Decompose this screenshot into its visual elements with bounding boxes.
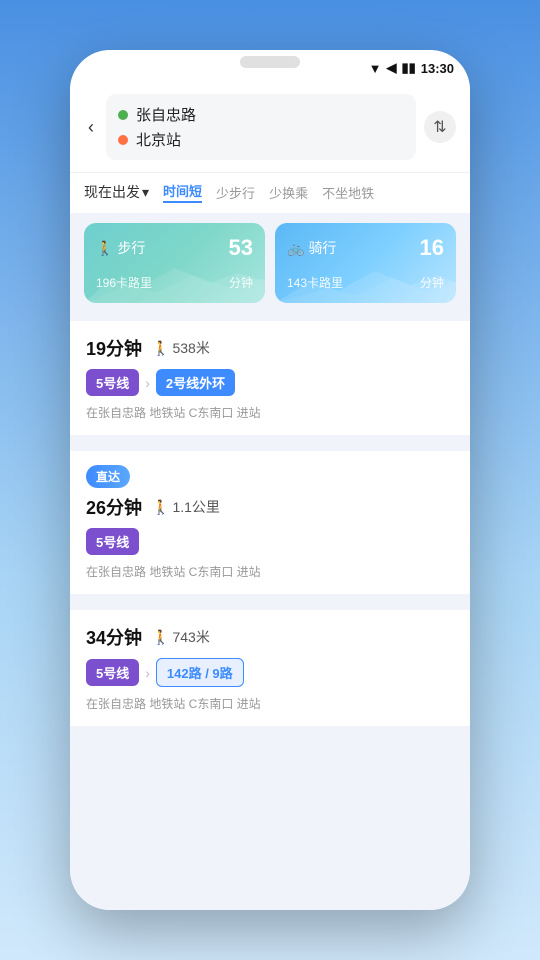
- walk-dist-1: 1.1公里: [172, 497, 219, 517]
- route-1-note: 在张自忠路 地铁站 C东南口 进站: [86, 563, 454, 580]
- route-1-time: 26分钟: [86, 494, 142, 520]
- filter-tab-0[interactable]: 时间短: [163, 181, 202, 203]
- divider-2: [70, 602, 470, 610]
- status-time: 13:30: [421, 61, 454, 76]
- route-0-note: 在张自忠路 地铁站 C东南口 进站: [86, 404, 454, 421]
- bike-mode: 🚲 骑行: [287, 238, 336, 258]
- route-2-arrow: ›: [145, 665, 150, 681]
- filter-now-chevron: ▾: [142, 184, 149, 201]
- bike-mode-label: 骑行: [308, 238, 336, 258]
- walk-icon-0: 🚶: [152, 340, 169, 357]
- phone-frame: ▼ ◀ ▮▮ 13:30 ‹ 张自忠路 北京站 ⇅ 现在出发: [70, 50, 470, 910]
- route-row: ‹ 张自忠路 北京站 ⇅: [84, 94, 456, 160]
- route-card-0[interactable]: 19分钟 🚶 538米 5号线 › 2号线外环 在张自忠路 地铁站 C东南口 进…: [70, 321, 470, 435]
- route-2-walk: 🚶 743米: [152, 627, 210, 647]
- status-bar: ▼ ◀ ▮▮ 13:30: [70, 50, 470, 86]
- route-results: 19分钟 🚶 538米 5号线 › 2号线外环 在张自忠路 地铁站 C东南口 进…: [70, 313, 470, 910]
- filter-now[interactable]: 现在出发 ▾: [84, 182, 149, 202]
- bike-card[interactable]: 🚲 骑行 16 143卡路里 分钟: [275, 223, 456, 303]
- walk-dist-2: 743米: [172, 627, 209, 647]
- route-2-header: 34分钟 🚶 743米: [86, 624, 454, 650]
- direct-label: 直达: [86, 465, 130, 488]
- walk-icon: 🚶: [96, 240, 113, 257]
- route-2-line-0: 5号线: [86, 659, 139, 686]
- to-label: 北京站: [136, 129, 181, 150]
- route-1-direct-badge: 直达: [86, 465, 454, 494]
- filter-tab-3[interactable]: 不坐地铁: [322, 183, 374, 202]
- filter-tab-1[interactable]: 少步行: [216, 183, 255, 202]
- walk-mode-label: 步行: [117, 238, 145, 258]
- route-0-line-1: 2号线外环: [156, 369, 235, 396]
- walk-dist-0: 538米: [172, 338, 209, 358]
- walk-icon-2: 🚶: [152, 629, 169, 646]
- from-dot: [118, 110, 128, 120]
- bike-icon: 🚲: [287, 240, 304, 257]
- status-icons: ▼ ◀ ▮▮ 13:30: [369, 60, 454, 76]
- route-0-arrow: ›: [145, 375, 150, 391]
- route-0-time: 19分钟: [86, 335, 142, 361]
- route-0-badges: 5号线 › 2号线外环: [86, 369, 454, 396]
- from-row: 张自忠路: [118, 102, 404, 127]
- back-button[interactable]: ‹: [84, 113, 98, 142]
- route-2-time: 34分钟: [86, 624, 142, 650]
- from-label: 张自忠路: [136, 104, 196, 125]
- route-1-walk: 🚶 1.1公里: [152, 497, 220, 517]
- route-info: 张自忠路 北京站: [106, 94, 416, 160]
- header: ‹ 张自忠路 北京站 ⇅: [70, 86, 470, 172]
- to-dot: [118, 135, 128, 145]
- walk-card[interactable]: 🚶 步行 53 196卡路里 分钟: [84, 223, 265, 303]
- filter-now-label: 现在出发: [84, 182, 140, 202]
- walk-icon-1: 🚶: [152, 499, 169, 516]
- walk-time: 53: [229, 235, 253, 261]
- transport-cards: 🚶 步行 53 196卡路里 分钟 🚲 骑行 16: [70, 213, 470, 313]
- route-2-badges: 5号线 › 142路 / 9路: [86, 658, 454, 687]
- route-card-1[interactable]: 直达 26分钟 🚶 1.1公里 5号线 在张自忠路 地铁站 C东南口 进站: [70, 451, 470, 594]
- divider-1: [70, 443, 470, 451]
- route-0-line-0: 5号线: [86, 369, 139, 396]
- route-0-walk: 🚶 538米: [152, 338, 210, 358]
- route-1-header: 26分钟 🚶 1.1公里: [86, 494, 454, 520]
- walk-mode: 🚶 步行: [96, 238, 145, 258]
- swap-button[interactable]: ⇅: [424, 111, 456, 143]
- route-card-2[interactable]: 34分钟 🚶 743米 5号线 › 142路 / 9路 在张自忠路 地铁站 C东…: [70, 610, 470, 726]
- route-2-note: 在张自忠路 地铁站 C东南口 进站: [86, 695, 454, 712]
- walk-card-top: 🚶 步行 53: [96, 235, 253, 261]
- battery-icon: ▮▮: [401, 60, 415, 76]
- filter-tab-2[interactable]: 少换乘: [269, 183, 308, 202]
- route-1-badges: 5号线: [86, 528, 454, 555]
- bike-time: 16: [420, 235, 444, 261]
- signal-icon: ◀: [386, 60, 396, 76]
- route-0-header: 19分钟 🚶 538米: [86, 335, 454, 361]
- bike-card-top: 🚲 骑行 16: [287, 235, 444, 261]
- notch: [240, 56, 300, 68]
- filter-bar: 现在出发 ▾ 时间短 少步行 少换乘 不坐地铁: [70, 172, 470, 213]
- route-1-line-0: 5号线: [86, 528, 139, 555]
- route-2-line-1: 142路 / 9路: [156, 658, 244, 687]
- wifi-icon: ▼: [369, 61, 382, 76]
- to-row: 北京站: [118, 127, 404, 152]
